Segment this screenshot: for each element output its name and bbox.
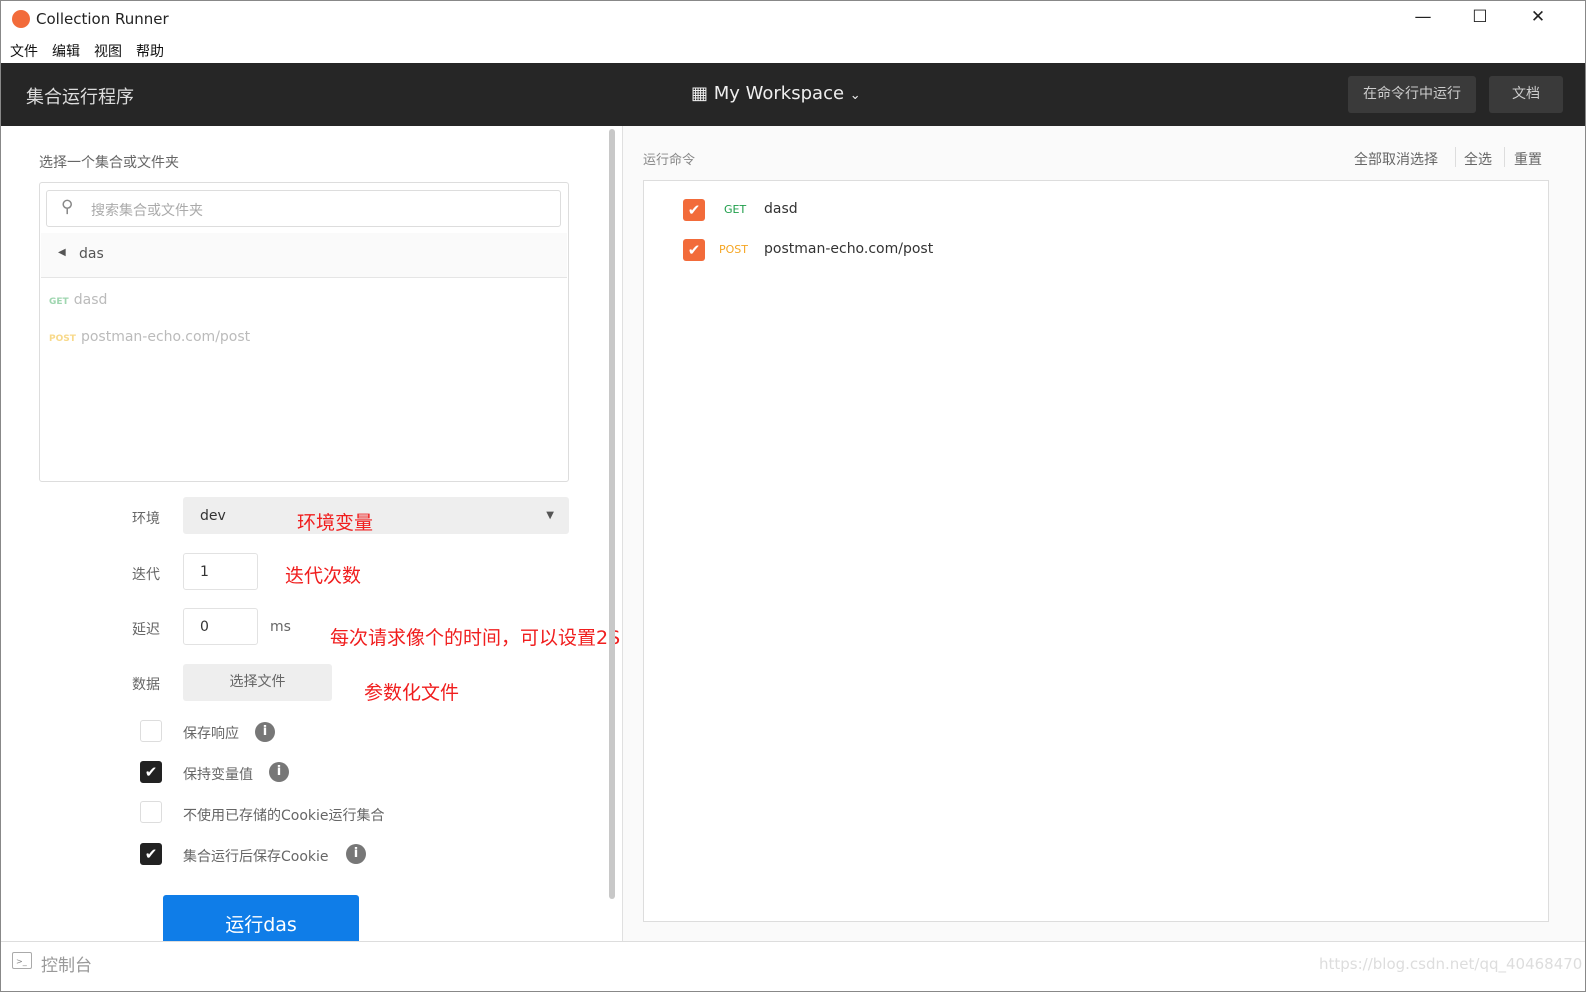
request-checkbox[interactable]: ✔ — [683, 199, 705, 221]
menu-bar: 文件 编辑 视图 帮助 — [10, 41, 178, 61]
keep-variables-checkbox[interactable]: ✔ — [140, 761, 162, 783]
method-badge: GET — [724, 203, 747, 216]
request-name: dasd — [764, 201, 798, 217]
option-label: 不使用已存储的Cookie运行集合 — [183, 808, 385, 824]
iter-label: 迭代 — [132, 567, 160, 583]
workspace-switcher[interactable]: ▦ My Workspace ⌄ — [691, 83, 861, 104]
option-label: 保存响应 — [183, 726, 239, 742]
chevron-down-icon: ⌄ — [849, 88, 861, 103]
option-label: 保持变量值 — [183, 767, 253, 783]
annotation-data: 参数化文件 — [364, 682, 460, 704]
select-collection-label: 选择一个集合或文件夹 — [39, 155, 179, 171]
request-name: dasd — [73, 292, 108, 308]
run-collection-button[interactable]: 运行das — [163, 895, 359, 943]
info-icon[interactable]: i — [255, 722, 275, 742]
reset-link[interactable]: 重置 — [1514, 149, 1542, 169]
page-title: 集合运行程序 — [26, 87, 134, 108]
data-label: 数据 — [132, 677, 160, 693]
caret-left-icon: ◀ — [58, 247, 66, 258]
request-name: postman-echo.com/post — [80, 329, 251, 345]
select-all-link[interactable]: 全选 — [1464, 149, 1492, 169]
left-scrollbar[interactable] — [609, 129, 615, 899]
divider — [1455, 147, 1456, 167]
request-name: postman-echo.com/post — [764, 241, 934, 257]
run-order-list — [643, 180, 1549, 922]
select-file-button[interactable]: 选择文件 — [183, 664, 332, 701]
grid-icon: ▦ — [691, 83, 709, 104]
collection-name: das — [79, 246, 104, 262]
environment-select[interactable]: dev ▼ — [183, 497, 569, 534]
request-checkbox[interactable]: ✔ — [683, 239, 705, 261]
info-icon[interactable]: i — [269, 762, 289, 782]
method-badge: GET — [49, 297, 69, 307]
delay-label: 延迟 — [132, 622, 160, 638]
deselect-all-link[interactable]: 全部取消选择 — [1354, 149, 1438, 169]
no-cookies-checkbox[interactable] — [140, 801, 162, 823]
run-in-cli-button[interactable]: 在命令行中运行 — [1348, 76, 1476, 113]
menu-file[interactable]: 文件 — [10, 44, 38, 60]
workspace-name: My Workspace — [713, 83, 845, 104]
search-placeholder: 搜索集合或文件夹 — [91, 203, 203, 219]
search-icon: ⚲ — [61, 197, 74, 217]
postman-logo-icon — [12, 10, 30, 28]
delay-unit: ms — [270, 619, 291, 635]
iterations-input[interactable]: 1 — [183, 553, 258, 590]
menu-view[interactable]: 视图 — [94, 44, 122, 60]
close-button[interactable]: ✕ — [1518, 7, 1558, 27]
menu-help[interactable]: 帮助 — [136, 44, 164, 60]
save-cookies-checkbox[interactable]: ✔ — [140, 843, 162, 865]
delay-input[interactable]: 0 — [183, 608, 258, 645]
annotation-iter: 迭代次数 — [285, 565, 362, 587]
save-responses-checkbox[interactable] — [140, 720, 162, 742]
search-input[interactable]: ⚲ 搜索集合或文件夹 — [46, 190, 561, 227]
annotation-env: 环境变量 — [297, 512, 374, 534]
method-badge: POST — [49, 334, 76, 344]
console-button[interactable]: 控制台 — [41, 951, 92, 976]
run-order-title: 运行命令 — [643, 153, 696, 168]
request-item[interactable]: GET dasd — [49, 289, 107, 308]
menu-edit[interactable]: 编辑 — [52, 44, 80, 60]
request-item[interactable]: POST postman-echo.com/post — [49, 326, 250, 345]
collection-item[interactable]: ◀ das — [41, 233, 567, 278]
maximize-button[interactable]: ☐ — [1460, 7, 1500, 27]
info-icon[interactable]: i — [346, 844, 366, 864]
caret-down-icon: ▼ — [546, 510, 554, 521]
method-badge: POST — [719, 243, 748, 256]
env-label: 环境 — [132, 511, 160, 527]
option-label: 集合运行后保存Cookie — [183, 849, 329, 865]
watermark: https://blog.csdn.net/qq_40468470 — [1319, 955, 1583, 973]
console-icon[interactable]: >_ — [12, 952, 32, 969]
docs-button[interactable]: 文档 — [1489, 76, 1563, 113]
title-bar — [1, 1, 1585, 37]
minimize-button[interactable]: — — [1403, 7, 1443, 27]
env-value: dev — [200, 508, 226, 524]
divider — [1504, 147, 1505, 167]
window-title: Collection Runner — [36, 10, 169, 28]
